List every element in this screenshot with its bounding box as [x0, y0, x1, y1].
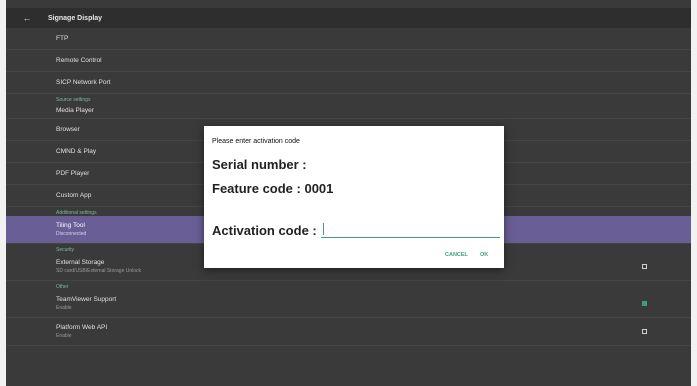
platform-web-api-checkbox[interactable] [642, 328, 647, 334]
settings-item-label: Platform Web API [56, 324, 108, 331]
signage-settings-screen: ← Signage Display FTP Remote Control SIC… [6, 0, 691, 386]
settings-item-remote-control[interactable]: Remote Control [6, 50, 691, 72]
settings-item-teamviewer-support[interactable]: TeamViewer Support Enable [6, 290, 691, 318]
settings-item-summary: SD card/USB/External Storage Unlock [56, 268, 142, 274]
settings-item-label: Media Player [56, 107, 94, 114]
teamviewer-checkbox[interactable] [642, 300, 647, 306]
settings-item-label: TeamViewer Support [56, 296, 117, 303]
cancel-button[interactable]: CANCEL [445, 252, 468, 258]
activation-code-input[interactable] [321, 221, 500, 238]
settings-item-label: Remote Control [56, 57, 102, 64]
settings-item-label: SICP Network Port [56, 79, 111, 86]
settings-item-media-player[interactable]: Media Player [6, 103, 691, 119]
text-cursor [323, 223, 324, 235]
app-title: Signage Display [48, 14, 103, 22]
section-header-source-settings: Source settings [56, 97, 91, 103]
ok-button[interactable]: OK [480, 252, 488, 258]
settings-item-summary: Enable [56, 305, 72, 311]
serial-number-label: Serial number : [212, 157, 307, 172]
activation-dialog: Please enter activation code Serial numb… [204, 126, 504, 268]
settings-item-sicp-network-port[interactable]: SICP Network Port [6, 72, 691, 94]
settings-item-label: FTP [56, 35, 69, 42]
settings-item-platform-web-api[interactable]: Platform Web API Enable [6, 318, 691, 346]
activation-code-label: Activation code : [212, 223, 317, 238]
feature-code-label: Feature code : 0001 [212, 181, 334, 196]
arrow-left-icon[interactable]: ← [6, 13, 48, 23]
settings-item-ftp[interactable]: FTP [6, 28, 691, 50]
external-storage-checkbox[interactable] [642, 263, 647, 269]
app-bar: ← Signage Display [6, 8, 691, 28]
dialog-title: Please enter activation code [212, 138, 300, 145]
settings-item-summary: Enable [56, 333, 72, 339]
section-header-other: Other [56, 284, 69, 290]
